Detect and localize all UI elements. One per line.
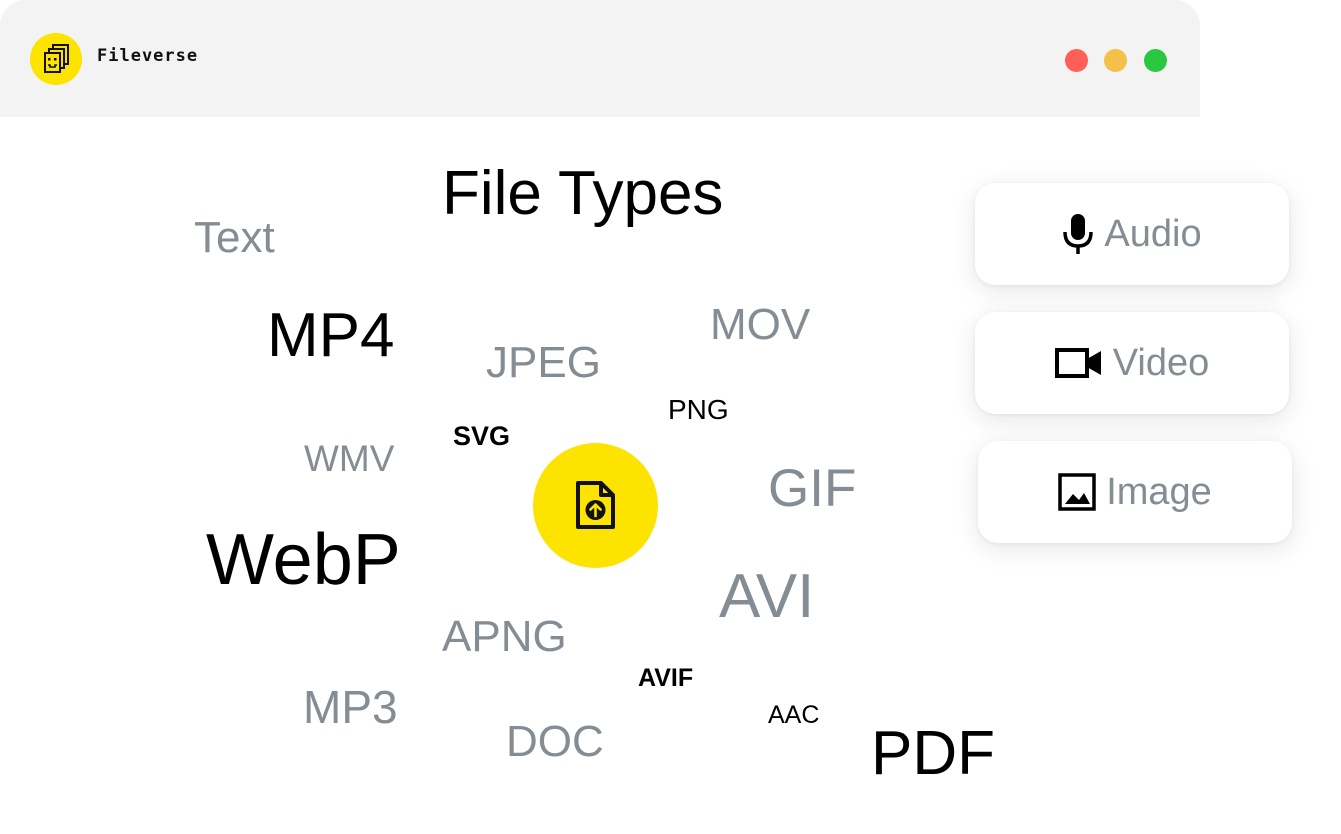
file-type-avi: AVI	[719, 562, 815, 631]
maximize-window-button[interactable]	[1144, 49, 1167, 72]
file-type-mov: MOV	[710, 300, 811, 349]
file-type-aac: AAC	[768, 701, 820, 729]
file-type-svg: SVG	[453, 421, 511, 451]
file-upload-icon	[576, 481, 615, 529]
file-type-doc: DOC	[506, 717, 604, 766]
category-audio-button[interactable]: Audio	[975, 183, 1289, 285]
file-type-mp3: MP3	[303, 681, 398, 733]
image-icon	[1058, 473, 1096, 511]
file-type-apng: APNG	[442, 612, 567, 661]
category-video-label: Video	[1112, 341, 1210, 384]
app-name: Fileverse	[97, 46, 199, 66]
app-window: Fileverse File Types Text MP4 JPEG MOV P…	[0, 0, 1200, 834]
file-type-png: PNG	[668, 394, 729, 425]
file-type-jpeg: JPEG	[486, 338, 601, 387]
category-image-label: Image	[1106, 470, 1212, 513]
file-type-webp: WebP	[206, 520, 401, 600]
close-window-button[interactable]	[1065, 49, 1088, 72]
microphone-icon	[1063, 214, 1094, 254]
upload-file-button[interactable]	[533, 443, 658, 568]
file-type-gif: GIF	[768, 459, 857, 518]
video-camera-icon	[1054, 348, 1101, 378]
category-audio-label: Audio	[1104, 212, 1202, 255]
file-type-pdf: PDF	[871, 719, 995, 788]
page-title: File Types	[442, 159, 724, 228]
file-type-avif: AVIF	[638, 664, 694, 692]
category-video-button[interactable]: Video	[975, 312, 1289, 414]
file-type-text: Text	[194, 213, 275, 262]
category-image-button[interactable]: Image	[978, 441, 1292, 543]
minimize-window-button[interactable]	[1104, 49, 1127, 72]
title-bar: Fileverse	[0, 0, 1200, 117]
file-type-mp4: MP4	[267, 301, 395, 370]
fileverse-logo-icon	[30, 33, 82, 85]
file-type-wmv: WMV	[304, 438, 395, 479]
